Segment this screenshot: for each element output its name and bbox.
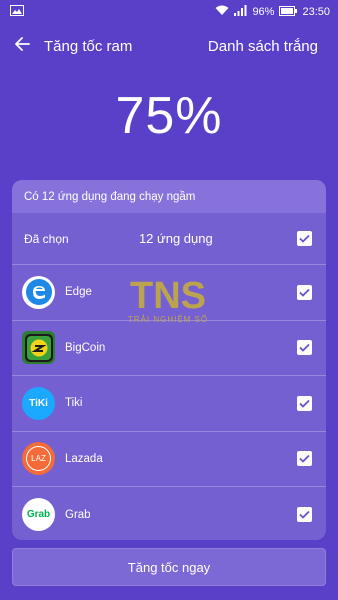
list-item[interactable]: BigCoin (12, 321, 326, 376)
list-header: Có 12 ứng dụng đang chạy ngầm (12, 180, 326, 213)
battery-icon (279, 5, 298, 19)
app-name: Tiki (65, 397, 83, 410)
arrow-left-icon (14, 36, 30, 57)
lazada-icon: LAZ (22, 442, 55, 476)
app-checkbox[interactable] (297, 507, 312, 523)
back-button[interactable] (10, 34, 34, 58)
boost-now-button[interactable]: Tăng tốc ngay (12, 548, 326, 586)
battery-percent: 96% (252, 6, 275, 18)
page-title: Tăng tốc ram (44, 37, 133, 55)
app-checkbox[interactable] (297, 395, 312, 411)
app-name: Lazada (65, 452, 103, 465)
app-list-card: Có 12 ứng dụng đang chạy ngầm Đã chọn 12… (12, 180, 326, 540)
grab-icon: Grab (22, 498, 55, 532)
app-name: BigCoin (65, 341, 106, 354)
wifi-icon (215, 5, 229, 19)
status-time: 23:50 (302, 6, 330, 18)
select-all-checkbox[interactable] (296, 231, 312, 246)
list-item[interactable]: TiKi Tiki (12, 376, 326, 432)
app-bar: Tăng tốc ram Danh sách trắng (0, 24, 338, 68)
selected-row: Đã chọn 12 ứng dụng (12, 213, 326, 265)
signal-icon (234, 5, 247, 19)
status-bar: 96% 23:50 (0, 0, 338, 24)
app-checkbox[interactable] (297, 284, 312, 300)
tiki-icon: TiKi (22, 386, 55, 420)
image-icon (10, 5, 24, 19)
app-name: Edge (65, 286, 92, 299)
app-checkbox[interactable] (297, 451, 312, 467)
app-name: Grab (65, 508, 91, 521)
whitelist-button[interactable]: Danh sách trắng (208, 38, 328, 55)
selected-count: 12 ứng dụng (138, 231, 213, 246)
bigcoin-icon (22, 331, 55, 365)
app-checkbox[interactable] (297, 340, 312, 356)
selected-label: Đã chọn (24, 231, 69, 246)
list-item[interactable]: Grab Grab (12, 487, 326, 540)
edge-icon (22, 275, 55, 309)
ram-percent: 75% (115, 87, 223, 145)
list-item[interactable]: Edge (12, 265, 326, 321)
list-item[interactable]: LAZ Lazada (12, 432, 326, 487)
